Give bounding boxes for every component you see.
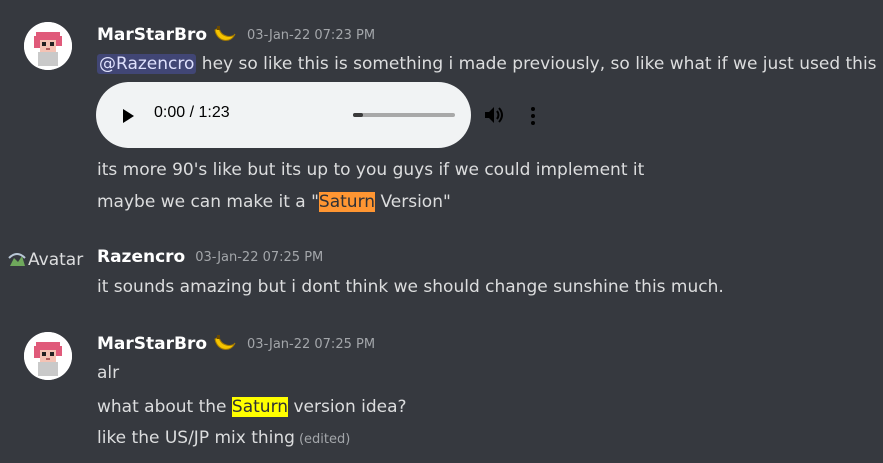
message-header: MarStarBro 03-Jan-22 07:23 PM	[97, 24, 375, 46]
volume-icon[interactable]	[484, 105, 506, 125]
message-text: its more 90's like but its up to you guy…	[97, 160, 645, 180]
message-header: Razencro 03-Jan-22 07:25 PM	[97, 247, 323, 267]
message-header: MarStarBro 03-Jan-22 07:25 PM	[97, 333, 375, 355]
message-text: alr	[97, 363, 120, 383]
user-mention[interactable]: @Razencro	[97, 54, 197, 74]
username[interactable]: MarStarBro	[97, 334, 207, 354]
avatar[interactable]	[24, 332, 72, 380]
message-line: @Razencro hey so like this is something …	[97, 52, 877, 76]
avatar[interactable]: Avatar	[8, 250, 83, 270]
broken-image-icon	[8, 252, 26, 268]
chat-log: MarStarBro 03-Jan-22 07:23 PM @Razencro …	[0, 0, 883, 463]
message-text: Version"	[375, 192, 451, 212]
message-text: hey so like this is something i made pre…	[196, 54, 877, 74]
audio-seek-progress	[353, 113, 363, 117]
username[interactable]: MarStarBro	[97, 25, 207, 45]
audio-player: 0:00 / 1:23	[96, 82, 535, 148]
message-line: what about the Saturn version idea?	[97, 395, 407, 419]
play-icon[interactable]	[123, 109, 134, 123]
message-line: alr	[97, 361, 119, 385]
message-line: it sounds amazing but i dont think we sh…	[97, 275, 724, 299]
search-highlight: Saturn	[231, 397, 289, 417]
more-options-icon[interactable]	[530, 106, 536, 126]
banana-badge-icon	[211, 333, 237, 355]
username[interactable]: Razencro	[97, 247, 185, 267]
edited-label: (edited)	[298, 432, 351, 447]
timestamp: 03-Jan-22 07:25 PM	[195, 249, 324, 265]
avatar-image	[24, 22, 72, 70]
message-text: what about the	[97, 397, 232, 417]
banana-badge-icon	[211, 24, 237, 46]
timestamp: 03-Jan-22 07:25 PM	[247, 336, 376, 352]
message-text: like the US/JP mix thing	[97, 428, 295, 448]
avatar[interactable]	[24, 22, 72, 70]
message-text: it sounds amazing but i dont think we sh…	[97, 277, 724, 297]
message-line: its more 90's like but its up to you guy…	[97, 158, 644, 182]
message-text: version idea?	[288, 397, 407, 417]
search-highlight: Saturn	[318, 192, 376, 212]
message-line: like the US/JP mix thing (edited)	[97, 426, 350, 452]
audio-seek-bar[interactable]	[353, 113, 455, 117]
avatar-image	[24, 332, 72, 380]
timestamp: 03-Jan-22 07:23 PM	[247, 27, 376, 43]
audio-time: 0:00 / 1:23	[154, 104, 230, 121]
message-text: maybe we can make it a "	[97, 192, 319, 212]
message-line: maybe we can make it a "Saturn Version"	[97, 190, 451, 214]
avatar-alt-text: Avatar	[28, 250, 84, 270]
